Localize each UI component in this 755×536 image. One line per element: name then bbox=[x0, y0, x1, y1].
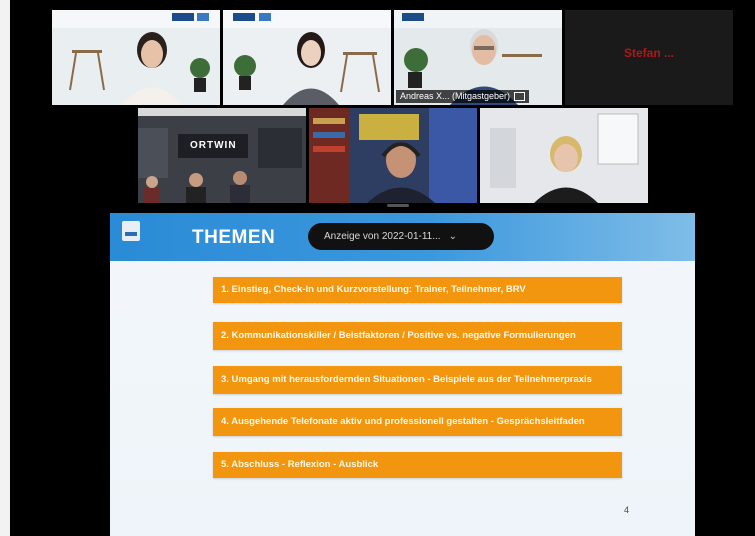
participant-tile-video-off[interactable]: Stefan ... bbox=[565, 10, 733, 105]
agenda-item-text: 4. Ausgehende Telefonate aktiv und profe… bbox=[221, 416, 585, 427]
agenda-item-text: 5. Abschluss - Reflexion - Ausblick bbox=[221, 459, 379, 470]
slide-title: THEMEN bbox=[192, 227, 276, 248]
chevron-down-icon: ⌄ bbox=[448, 231, 457, 242]
slide-page-number: 4 bbox=[624, 505, 630, 515]
slide-header: THEMEN Anzeige von 2022-01-11... ⌄ bbox=[110, 213, 695, 261]
video-feed bbox=[138, 108, 306, 203]
agenda-item-text: 3. Umgang mit herausfordernden Situation… bbox=[221, 374, 592, 385]
room-sign: ORTWIN bbox=[190, 140, 237, 151]
shared-screen: THEMEN Anzeige von 2022-01-11... ⌄ 1. Ei… bbox=[110, 213, 695, 536]
agenda-item: 2. Kommunikationskiller / Beistfaktoren … bbox=[213, 322, 622, 350]
participant-tile-active-speaker[interactable]: Andreas X... (Mitgastgeber) bbox=[394, 10, 562, 105]
brv-logo bbox=[122, 221, 140, 241]
participant-tile[interactable] bbox=[480, 108, 648, 203]
agenda-item: 5. Abschluss - Reflexion - Ausblick bbox=[213, 452, 622, 478]
video-feed bbox=[223, 10, 391, 105]
participant-name-tag: Andreas X... (Mitgastgeber) bbox=[396, 90, 530, 103]
dropdown-label: Anzeige von 2022-01-11... bbox=[324, 231, 441, 242]
panel-resize-handle[interactable] bbox=[387, 204, 409, 207]
agenda-item: 3. Umgang mit herausfordernden Situation… bbox=[213, 366, 622, 394]
meeting-window: Andreas X... (Mitgastgeber) Stefan ... O… bbox=[10, 0, 755, 536]
agenda-item-text: 1. Einstieg, Check-In und Kurzvorstellun… bbox=[221, 284, 526, 295]
video-feed bbox=[480, 108, 648, 203]
agenda-item: 4. Ausgehende Telefonate aktiv und profe… bbox=[213, 408, 622, 436]
agenda-item-text: 2. Kommunikationskiller / Beistfaktoren … bbox=[221, 330, 576, 341]
participant-tile[interactable] bbox=[52, 10, 220, 105]
video-feed bbox=[52, 10, 220, 105]
participant-tile[interactable]: ORTWIN bbox=[138, 108, 306, 203]
participant-display-name: Stefan ... bbox=[623, 46, 674, 60]
agenda-item: 1. Einstieg, Check-In und Kurzvorstellun… bbox=[213, 277, 622, 303]
view-options-dropdown[interactable]: Anzeige von 2022-01-11... ⌄ bbox=[308, 223, 494, 250]
screen-share-icon bbox=[514, 92, 526, 101]
participant-tile[interactable] bbox=[223, 10, 391, 105]
participant-name: Andreas X... (Mitgastgeber) bbox=[400, 91, 511, 101]
video-feed bbox=[309, 108, 477, 203]
participant-tile[interactable] bbox=[309, 108, 477, 203]
